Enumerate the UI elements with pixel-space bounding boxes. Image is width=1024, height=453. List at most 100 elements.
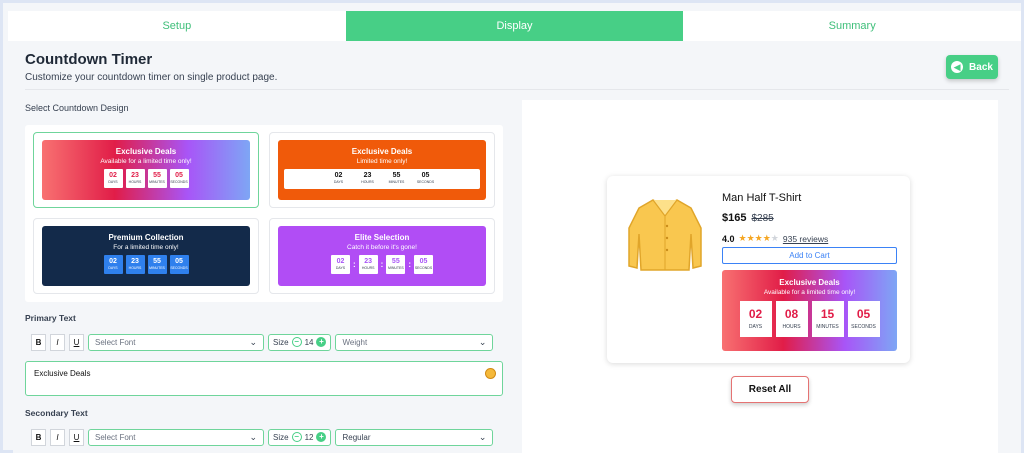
unit-seconds: SECONDS	[414, 266, 433, 271]
design-3-banner: Premium Collection For a limited time on…	[42, 226, 250, 286]
design-option-2[interactable]: Exclusive Deals Limited time only! 02 DAY…	[269, 132, 495, 208]
digit-seconds: 05	[175, 258, 183, 266]
design-option-3[interactable]: Premium Collection For a limited time on…	[33, 218, 259, 294]
unit-hours: HOURS	[361, 180, 374, 185]
timer-seconds: 05	[856, 307, 871, 321]
digit-minutes: 55	[153, 172, 161, 180]
primary-font-select[interactable]: Select Font ⌄	[88, 333, 264, 351]
preview-timer-banner: Exclusive Deals Available for a limited …	[722, 270, 897, 351]
colon: :	[352, 260, 356, 269]
back-button[interactable]: ◀ Back	[946, 55, 998, 79]
add-to-cart-button[interactable]: Add to Cart	[722, 247, 897, 264]
product-rating: 4.0 ★★★★★ 935 reviews	[722, 233, 828, 244]
digit-hours: 23	[131, 258, 139, 266]
underline-button[interactable]: U	[69, 333, 84, 351]
digit-hours: 23	[131, 172, 139, 180]
unit-minutes: MINUTES	[388, 180, 405, 185]
unit-minutes: MINUTES	[149, 180, 165, 185]
back-label: Back	[969, 61, 993, 73]
preview-panel: Man Half T-Shirt $165 $285 4.0 ★★★★★ 935 …	[522, 100, 998, 453]
unit-seconds: SECONDS	[170, 266, 188, 271]
secondary-text-label: Secondary Text	[25, 408, 88, 418]
primary-size-stepper: Size − 14 +	[268, 333, 332, 351]
design-2-heading: Exclusive Deals	[351, 147, 413, 156]
digit-minutes: 55	[391, 258, 400, 266]
digit-days: 02	[109, 172, 117, 180]
underline-button[interactable]: U	[69, 428, 84, 446]
design-grid: Exclusive Deals Available for a limited …	[25, 125, 503, 302]
emoji-picker-icon[interactable]	[485, 368, 496, 379]
digit-minutes: 55	[153, 258, 161, 266]
unit-days: DAYS	[108, 266, 118, 271]
primary-weight-value: Weight	[342, 337, 368, 347]
increase-size-button[interactable]: +	[316, 432, 327, 442]
chevron-down-icon: ⌄	[249, 336, 257, 347]
design-option-1[interactable]: Exclusive Deals Available for a limited …	[33, 132, 259, 208]
colon: :	[408, 260, 411, 269]
step-summary[interactable]: Summary	[683, 11, 1021, 41]
unit-days: DAYS	[108, 180, 118, 185]
italic-button[interactable]: I	[50, 333, 65, 351]
decrease-size-button[interactable]: −	[291, 337, 302, 347]
original-price: $285	[751, 213, 774, 224]
unit-hours: HOURS	[361, 266, 375, 271]
secondary-size-stepper: Size − 12 +	[268, 428, 332, 446]
design-4-heading: Elite Selection	[354, 233, 410, 242]
design-1-banner: Exclusive Deals Available for a limited …	[42, 140, 250, 200]
unit-seconds: SECONDS	[170, 180, 188, 185]
secondary-weight-select[interactable]: Regular ⌄	[335, 428, 494, 446]
secondary-toolbar: B I U Select Font ⌄ Size − 12 + Regular …	[31, 428, 494, 446]
back-arrow-icon: ◀	[951, 61, 964, 73]
bold-button[interactable]: B	[31, 333, 46, 351]
digit-seconds: 05	[419, 258, 428, 266]
digit-days: 02	[336, 258, 345, 266]
colon: :	[380, 260, 384, 269]
secondary-font-select[interactable]: Select Font ⌄	[88, 428, 264, 446]
design-section-label: Select Countdown Design	[25, 103, 129, 113]
page-subtitle: Customize your countdown timer on single…	[25, 72, 278, 83]
size-label: Size	[273, 432, 289, 442]
design-option-4[interactable]: Elite Selection Catch it before it's gon…	[269, 218, 495, 294]
unit-minutes: MINUTES	[149, 266, 165, 271]
timer-seconds-unit: SECONDS	[851, 324, 876, 330]
design-4-sub: Catch it before it's gone!	[347, 244, 417, 251]
primary-weight-select[interactable]: Weight ⌄	[335, 333, 494, 351]
unit-days: DAYS	[333, 180, 344, 185]
design-1-heading: Exclusive Deals	[115, 147, 177, 156]
unit-seconds: SECONDS	[416, 180, 435, 185]
app-frame: Setup Display Summary Countdown Timer Cu…	[0, 0, 1024, 453]
current-price: $165	[722, 212, 747, 224]
design-3-heading: Premium Collection	[108, 233, 184, 242]
preview-timer-heading: Exclusive Deals	[779, 278, 840, 287]
step-setup[interactable]: Setup	[8, 11, 346, 41]
chevron-down-icon: ⌄	[478, 336, 487, 347]
reviews-link[interactable]: 935 reviews	[783, 234, 828, 244]
stepper: Setup Display Summary	[8, 11, 1021, 41]
design-3-sub: For a limited time only!	[113, 244, 179, 251]
step-display[interactable]: Display	[345, 11, 684, 41]
size-label: Size	[273, 337, 289, 347]
primary-size-value: 14	[304, 337, 314, 347]
timer-minutes: 15	[820, 307, 835, 321]
reset-all-button[interactable]: Reset All	[731, 376, 809, 403]
italic-button[interactable]: I	[50, 428, 65, 446]
divider	[25, 89, 1009, 90]
design-2-banner: Exclusive Deals Limited time only! 02 DAY…	[278, 140, 486, 200]
primary-toolbar: B I U Select Font ⌄ Size − 14 + Weight ⌄	[31, 333, 494, 351]
increase-size-button[interactable]: +	[316, 337, 327, 347]
digit-hours: 23	[364, 258, 373, 266]
secondary-size-value: 12	[304, 432, 314, 442]
chevron-down-icon: ⌄	[478, 431, 487, 442]
decrease-size-button[interactable]: −	[291, 432, 302, 442]
product-name: Man Half T-Shirt	[722, 192, 802, 204]
digit-seconds: 05	[421, 172, 430, 180]
design-2-sub: Limited time only!	[356, 158, 408, 165]
primary-text-input[interactable]: Exclusive Deals	[25, 361, 503, 396]
unit-hours: HOURS	[128, 266, 142, 271]
digit-minutes: 55	[392, 172, 401, 180]
digit-hours: 23	[363, 172, 372, 180]
primary-text-label: Primary Text	[25, 313, 76, 323]
timer-hours: 08	[784, 307, 799, 321]
design-4-banner: Elite Selection Catch it before it's gon…	[278, 226, 486, 286]
bold-button[interactable]: B	[31, 428, 46, 446]
